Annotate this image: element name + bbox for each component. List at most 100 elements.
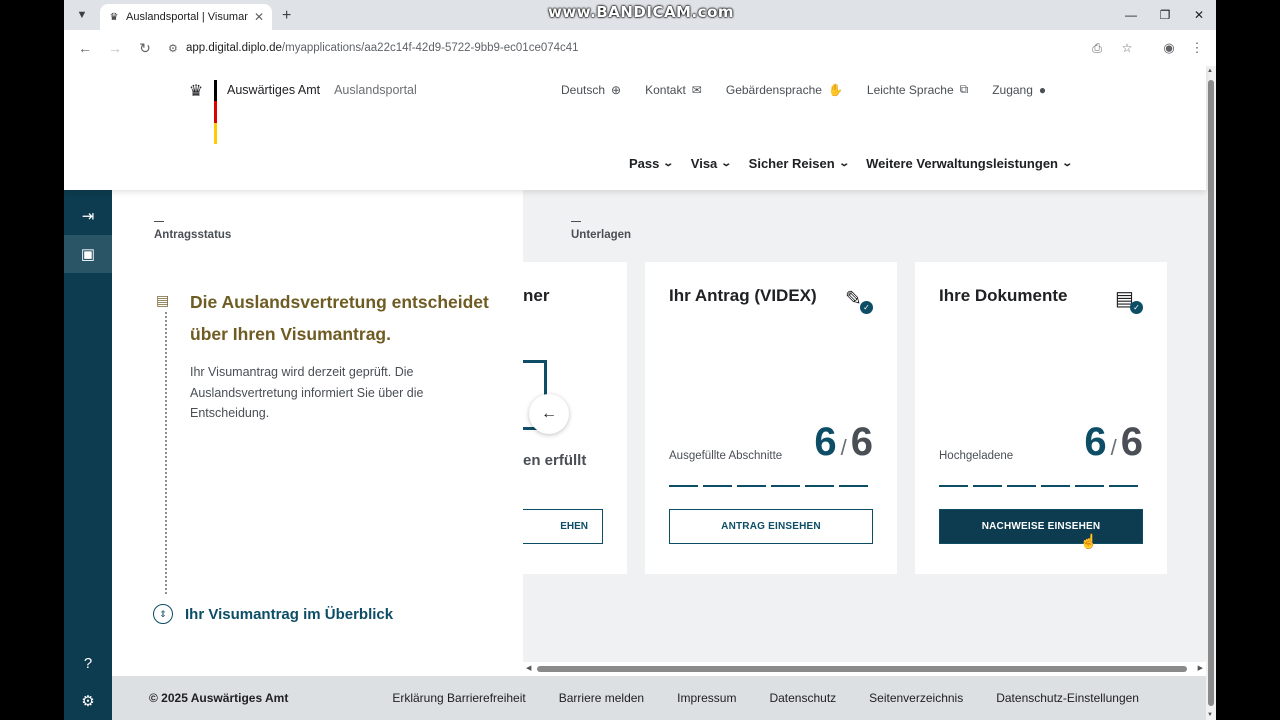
carousel-prev-button[interactable]: ← bbox=[529, 394, 569, 434]
sign-language-icon: ✋ bbox=[827, 82, 843, 97]
vscroll-thumb[interactable] bbox=[1208, 80, 1214, 706]
globe-icon: ⊕ bbox=[611, 82, 622, 97]
arrow-left-icon: ← bbox=[541, 405, 557, 422]
status-title: Die Auslandsvertretung entscheidet über … bbox=[190, 292, 489, 344]
tab-close-icon[interactable]: ✕ bbox=[254, 10, 264, 24]
browser-chrome: ▼ ♛ Auslandsportal | Visumantrag ✕ + www… bbox=[64, 0, 1216, 66]
footer-link-impressum[interactable]: Impressum bbox=[677, 691, 736, 705]
federal-eagle-icon: ♛ bbox=[188, 83, 204, 100]
url-host: app.digital.diplo.de bbox=[186, 42, 282, 54]
footer-link-datenschutz-einstellungen[interactable]: Datenschutz-Einstellungen bbox=[996, 691, 1139, 705]
util-contact[interactable]: Kontakt ✉ bbox=[645, 82, 702, 97]
brand-name: Auswärtiges Amt bbox=[227, 83, 321, 97]
tab-title: Auslandsportal | Visumantrag bbox=[126, 11, 248, 23]
page-viewport: ♛ Auswärtiges Amt Auslandsportal Deutsch… bbox=[64, 66, 1216, 720]
easy-language-icon: ⧉ bbox=[959, 82, 969, 96]
address-bar[interactable]: ⚙ app.digital.diplo.de/myapplications/aa… bbox=[162, 34, 1144, 62]
card-application: Ihr Antrag (VIDEX) ✎ ✓ Ausgefüllte Abschn… bbox=[645, 262, 897, 574]
copyright: © 2025 Auswärtiges Amt bbox=[149, 691, 289, 705]
eagle-favicon-icon: ♛ bbox=[109, 11, 119, 23]
bookmark-star-icon[interactable]: ☆ bbox=[1116, 41, 1138, 56]
expand-sidebar-icon[interactable]: ⇥ bbox=[64, 197, 112, 235]
expand-circle-icon: ⇕ bbox=[153, 604, 173, 624]
nav-visa[interactable]: Visa ⌄ bbox=[691, 156, 733, 171]
partial-card-title: ner bbox=[523, 286, 550, 305]
new-tab-icon[interactable]: + bbox=[282, 7, 291, 25]
util-access[interactable]: Zugang ● bbox=[992, 82, 1046, 97]
footer-links: Erklärung Barrierefreiheit Barriere meld… bbox=[392, 691, 1172, 705]
site-header: ♛ Auswärtiges Amt Auslandsportal Deutsch… bbox=[64, 66, 1206, 190]
scroll-down-icon[interactable]: ▼ bbox=[1207, 712, 1213, 718]
user-icon: ● bbox=[1038, 82, 1047, 97]
restore-icon[interactable]: ❐ bbox=[1148, 0, 1182, 30]
vertical-scrollbar[interactable]: ▲ ▼ bbox=[1206, 66, 1216, 720]
scroll-left-icon[interactable]: ◀ bbox=[526, 664, 531, 672]
address-bar-row: ← → ↻ ⚙ app.digital.diplo.de/myapplicati… bbox=[64, 30, 1216, 66]
site-footer: © 2025 Auswärtiges Amt Erklärung Barrier… bbox=[112, 676, 1206, 720]
util-easy-language[interactable]: Leichte Sprache ⧉ bbox=[867, 82, 968, 97]
scroll-up-icon[interactable]: ▲ bbox=[1207, 68, 1213, 74]
flag-bar bbox=[214, 80, 217, 144]
footer-link-datenschutz[interactable]: Datenschutz bbox=[769, 691, 836, 705]
card-title: Ihr Antrag (VIDEX) bbox=[669, 286, 817, 305]
install-app-icon[interactable]: ⎙ bbox=[1086, 41, 1108, 56]
main-nav: Pass ⌄ Visa ⌄ Sicher Reisen ⌄ Weitere Verwa… bbox=[629, 156, 1089, 171]
tab-list-chevron-icon[interactable]: ▼ bbox=[70, 3, 94, 27]
overview-link[interactable]: ⇕ Ihr Visumantrag im Überblick bbox=[153, 604, 393, 624]
profile-icon[interactable]: ◉ bbox=[1158, 40, 1180, 56]
section-unterlagen[interactable]: Unterlagen bbox=[571, 221, 631, 241]
site-info-icon[interactable]: ⚙ bbox=[168, 42, 186, 55]
status-text: Ihr Visumantrag wird derzeit geprüft. Di… bbox=[190, 365, 424, 420]
minimize-icon[interactable]: — bbox=[1114, 0, 1148, 30]
scroll-right-icon[interactable]: ▶ bbox=[1198, 664, 1203, 672]
card-count: 6/6 bbox=[814, 420, 873, 464]
reload-icon[interactable]: ↻ bbox=[132, 35, 158, 61]
card-label: Ausgefüllte Abschnitte bbox=[669, 450, 783, 462]
chevron-down-icon: ⌄ bbox=[837, 158, 850, 169]
footer-link-seitenverzeichnis[interactable]: Seitenverzeichnis bbox=[869, 691, 963, 705]
horizontal-scrollbar[interactable]: ◀ ▶ bbox=[523, 662, 1206, 676]
nav-weitere[interactable]: Weitere Verwaltungsleistungen ⌄ bbox=[866, 156, 1074, 171]
util-language[interactable]: Deutsch ⊕ bbox=[561, 82, 621, 97]
status-document-icon: ▤ bbox=[156, 292, 170, 308]
sidebar: ⇥ ▣ ? ⚙ bbox=[64, 190, 112, 720]
passport-icon[interactable]: ▣ bbox=[64, 235, 112, 273]
progress-segments bbox=[669, 485, 868, 487]
overview-link-label: Ihr Visumantrag im Überblick bbox=[185, 605, 394, 623]
card-title: Ihre Dokumente bbox=[939, 286, 1068, 305]
window-controls: — ❐ ✕ bbox=[1114, 0, 1216, 30]
scroll-thumb[interactable] bbox=[537, 666, 1187, 672]
partial-card-text: en erfüllt bbox=[523, 452, 587, 469]
mouse-cursor-icon: ☝ bbox=[1080, 533, 1098, 549]
view-application-button[interactable]: ANTRAG EINSEHEN bbox=[669, 509, 873, 544]
nav-pass[interactable]: Pass ⌄ bbox=[629, 156, 674, 171]
timeline-line bbox=[165, 312, 167, 594]
footer-link-barrierefreiheit[interactable]: Erklärung Barrierefreiheit bbox=[392, 691, 525, 705]
card-documents: Ihre Dokumente ▤ ✓ Hochgeladene 6/6 NACHW… bbox=[915, 262, 1167, 574]
back-icon[interactable]: ← bbox=[72, 35, 98, 61]
view-documents-button[interactable]: NACHWEISE EINSEHEN bbox=[939, 509, 1143, 544]
chevron-down-icon: ⌄ bbox=[720, 158, 733, 169]
card-count: 6/6 bbox=[1084, 420, 1143, 464]
browser-tab[interactable]: ♛ Auslandsportal | Visumantrag ✕ bbox=[100, 4, 272, 30]
settings-icon[interactable]: ⚙ bbox=[64, 682, 112, 720]
utility-nav: Deutsch ⊕ Kontakt ✉ Gebärdensprache ✋ Leich… bbox=[561, 82, 1070, 97]
card-label: Hochgeladene bbox=[939, 450, 1014, 462]
forward-icon[interactable]: → bbox=[102, 35, 128, 61]
nav-sicher-reisen[interactable]: Sicher Reisen ⌄ bbox=[749, 156, 850, 171]
browser-menu-icon[interactable]: ⋮ bbox=[1186, 40, 1208, 56]
progress-segments bbox=[939, 485, 1138, 487]
recorder-watermark: www.BANDICAM.com bbox=[548, 3, 735, 21]
chevron-down-icon: ⌄ bbox=[1061, 158, 1074, 169]
documents-check-icon: ▤ ✓ bbox=[1115, 286, 1143, 314]
footer-link-barriere-melden[interactable]: Barriere melden bbox=[559, 691, 644, 705]
section-antragsstatus[interactable]: Antragsstatus bbox=[154, 221, 231, 241]
form-check-icon: ✎ ✓ bbox=[845, 286, 873, 314]
util-sign-language[interactable]: Gebärdensprache ✋ bbox=[726, 82, 843, 97]
brand-sub: Auslandsportal bbox=[334, 83, 417, 97]
window-close-icon[interactable]: ✕ bbox=[1182, 0, 1216, 30]
help-icon[interactable]: ? bbox=[64, 644, 112, 682]
logo[interactable]: ♛ Auswärtiges Amt Auslandsportal bbox=[184, 80, 417, 144]
url-path: /myapplications/aa22c14f-42d9-5722-9bb9-… bbox=[281, 42, 579, 54]
partial-card-button[interactable]: EHEN bbox=[523, 509, 603, 544]
